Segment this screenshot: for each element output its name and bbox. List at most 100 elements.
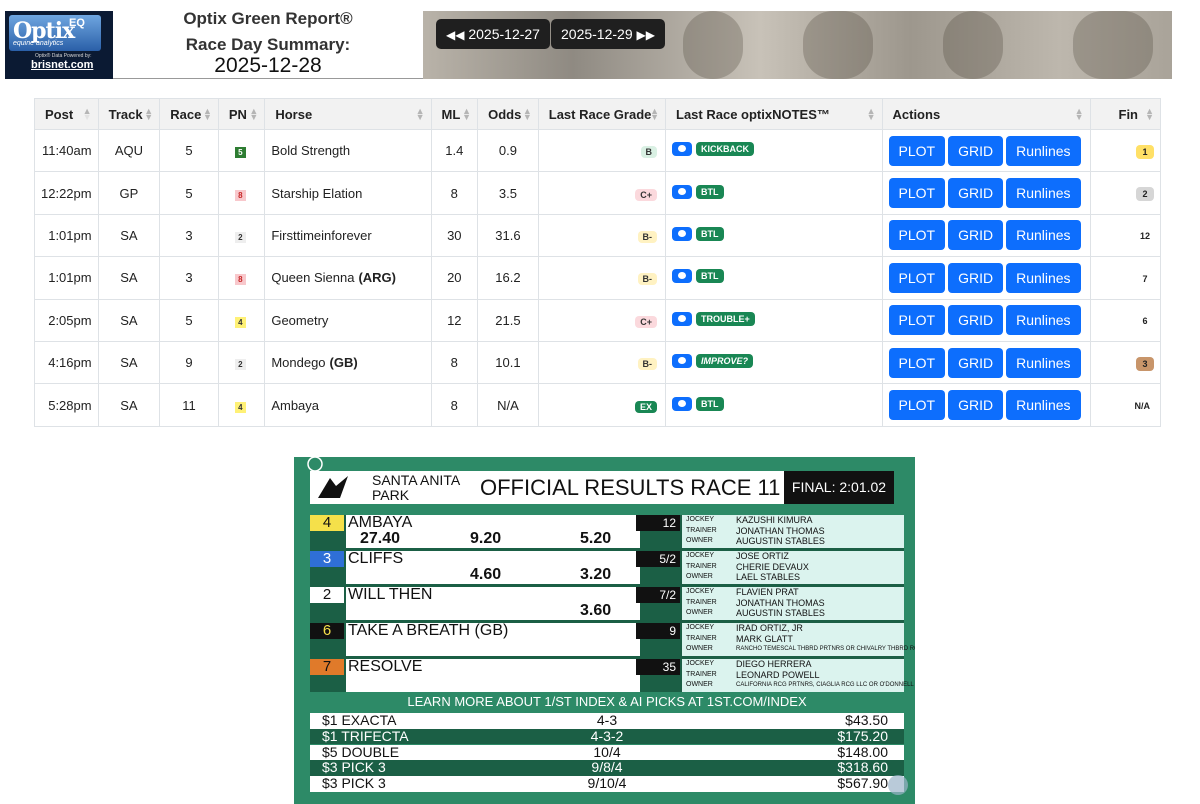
column-header-horse[interactable]: Horse ▲ ▼: [264, 98, 432, 130]
column-header-actions[interactable]: Actions ▲ ▼: [881, 98, 1091, 130]
column-header-odds[interactable]: Odds ▲ ▼: [477, 98, 539, 130]
program-number-cell: 8: [217, 171, 266, 215]
horse-origin: (GB): [329, 355, 358, 371]
runlines-button[interactable]: Runlines: [1006, 305, 1081, 336]
grade-badge: B-: [637, 358, 658, 371]
column-header-track[interactable]: Track ▲ ▼: [97, 98, 161, 130]
plot-button[interactable]: PLOT: [888, 305, 946, 336]
grid-button[interactable]: GRID: [948, 220, 1004, 251]
winning-combination: 4-3-2: [590, 727, 624, 744]
column-header-post[interactable]: Post ▲ ▼: [34, 98, 99, 130]
odds-cell: 31.6: [477, 213, 539, 258]
plot-button[interactable]: PLOT: [888, 178, 946, 209]
grade-badge: C+: [635, 188, 658, 201]
program-number-cell: 4: [217, 383, 266, 427]
finish-badge: 7: [1136, 271, 1154, 286]
grid-button[interactable]: GRID: [948, 305, 1004, 336]
plot-button[interactable]: PLOT: [888, 347, 946, 378]
morning-line: 8: [450, 397, 458, 413]
plot-button[interactable]: PLOT: [888, 390, 946, 421]
grade-cell: EX: [537, 383, 667, 427]
note-badge: BTL: [696, 396, 724, 411]
trainer-name: LEONARD POWELL: [736, 669, 820, 680]
runlines-button[interactable]: Runlines: [1006, 262, 1081, 293]
actions-cell: PLOT GRID Runlines: [881, 383, 1091, 427]
runlines-button[interactable]: Runlines: [1006, 178, 1081, 209]
sort-icon: ▲ ▼: [202, 106, 212, 122]
column-header-pn[interactable]: PN ▲ ▼: [217, 98, 266, 130]
comment-icon[interactable]: [672, 354, 693, 369]
brisnet-link[interactable]: brisnet.com: [31, 59, 93, 71]
trainer-name: MARK GLATT: [736, 633, 793, 644]
runlines-button[interactable]: Runlines: [1006, 135, 1081, 166]
grid-button[interactable]: GRID: [948, 178, 1004, 209]
comment-icon[interactable]: [672, 311, 693, 326]
column-header-ml[interactable]: ML ▲ ▼: [430, 98, 479, 130]
owner-name: AUGUSTIN STABLES: [736, 536, 825, 546]
column-header-race[interactable]: Race ▲ ▼: [159, 98, 219, 130]
column-label: Last Race Grade: [548, 106, 652, 122]
comment-icon[interactable]: [672, 184, 693, 199]
note-group: BTL: [672, 184, 724, 199]
odds-cell: 16.2: [477, 256, 539, 300]
trainer-label: TRAINER: [686, 562, 717, 570]
program-number-badge: 4: [234, 316, 246, 328]
learn-more-banner: LEARN MORE ABOUT 1/ST INDEX & AI PICKS A…: [407, 694, 807, 709]
post-position: 6: [310, 623, 344, 639]
runlines-button[interactable]: Runlines: [1006, 347, 1081, 378]
plot-button[interactable]: PLOT: [888, 262, 946, 293]
owner-label: OWNER: [686, 681, 713, 688]
notes-cell: BTL: [665, 383, 883, 427]
actions-cell: PLOT GRID Runlines: [881, 340, 1091, 385]
owner-label: OWNER: [686, 537, 713, 544]
owner-label: OWNER: [686, 645, 713, 652]
plot-button[interactable]: PLOT: [888, 220, 946, 251]
note-group: BTL: [672, 269, 724, 284]
table-header-row: Post ▲ ▼ Track ▲ ▼ Race ▲ ▼ PN ▲ ▼ Horse ▲ ▼ ML ▲ ▼ Odds ▲ ▼…: [34, 98, 1162, 130]
result-odds: 12: [636, 515, 680, 531]
actions-cell: PLOT GRID Runlines: [881, 298, 1091, 342]
grid-button[interactable]: GRID: [948, 347, 1004, 378]
grid-button[interactable]: GRID: [948, 135, 1004, 166]
program-number-badge: 8: [234, 274, 246, 286]
plot-button[interactable]: PLOT: [888, 135, 946, 166]
jockey-label: JOCKEY: [686, 624, 715, 631]
comment-icon[interactable]: [672, 226, 693, 241]
column-header-last-race-grade[interactable]: Last Race Grade ▲ ▼: [537, 98, 667, 130]
grid-button[interactable]: GRID: [948, 262, 1004, 293]
grid-button[interactable]: GRID: [948, 390, 1004, 421]
table-row: 5:28pm SA 11 4 Ambaya 8 N/A EX BTL PLOT GRID Runlin…: [34, 383, 1162, 427]
grade-badge: C+: [635, 315, 658, 328]
note-group: IMPROVE?: [672, 354, 754, 369]
morning-line: 1.4: [445, 143, 464, 159]
post-time-cell: 1:01pm: [34, 213, 99, 258]
post-time: 4:16pm: [48, 355, 92, 371]
trainer-label: TRAINER: [686, 526, 717, 534]
owner-name: CALIFORNIA RCG PRTNRS, CIAGLIA RCG LLC O…: [736, 682, 914, 688]
jockey-name: DIEGO HERRERA: [736, 659, 812, 669]
previous-day-button[interactable]: ◀◀ 2025-12-27: [436, 19, 550, 49]
odds-cell: 10.1: [477, 340, 539, 385]
horse-panel: WILL THEN 3.60: [346, 586, 640, 620]
grade-badge: B-: [637, 230, 658, 243]
result-entry: 2 WILL THEN 3.60 7/2 JOCKEY FLAVIEN PRAT TRAIN…: [310, 586, 904, 620]
owner-name: AUGUSTIN STABLES: [736, 608, 825, 618]
column-header-last-race-notes[interactable]: Last Race optixNOTES™ ▲ ▼: [665, 98, 883, 130]
notes-cell: IMPROVE?: [665, 340, 883, 385]
jockey-label: JOCKEY: [686, 588, 715, 595]
notes-cell: BTL: [665, 171, 883, 215]
table-row: 1:01pm SA 3 2 Firsttimeinforever 30 31.6 B- BTL P…: [34, 213, 1162, 258]
finish-cell: 3: [1089, 340, 1162, 385]
horse-cell: Geometry: [264, 298, 432, 342]
runlines-button[interactable]: Runlines: [1006, 220, 1081, 251]
comment-icon[interactable]: [672, 396, 693, 411]
finish-cell: 7: [1089, 256, 1162, 300]
column-header-fin[interactable]: Fin ▲ ▼: [1089, 98, 1162, 130]
comment-icon[interactable]: [672, 269, 693, 284]
jockey-name: FLAVIEN PRAT: [736, 587, 799, 597]
next-day-button[interactable]: 2025-12-29 ▶▶: [551, 19, 665, 49]
morning-line: 12: [447, 312, 462, 328]
track-code: SA: [120, 270, 138, 286]
comment-icon[interactable]: [672, 142, 693, 157]
runlines-button[interactable]: Runlines: [1006, 390, 1081, 421]
